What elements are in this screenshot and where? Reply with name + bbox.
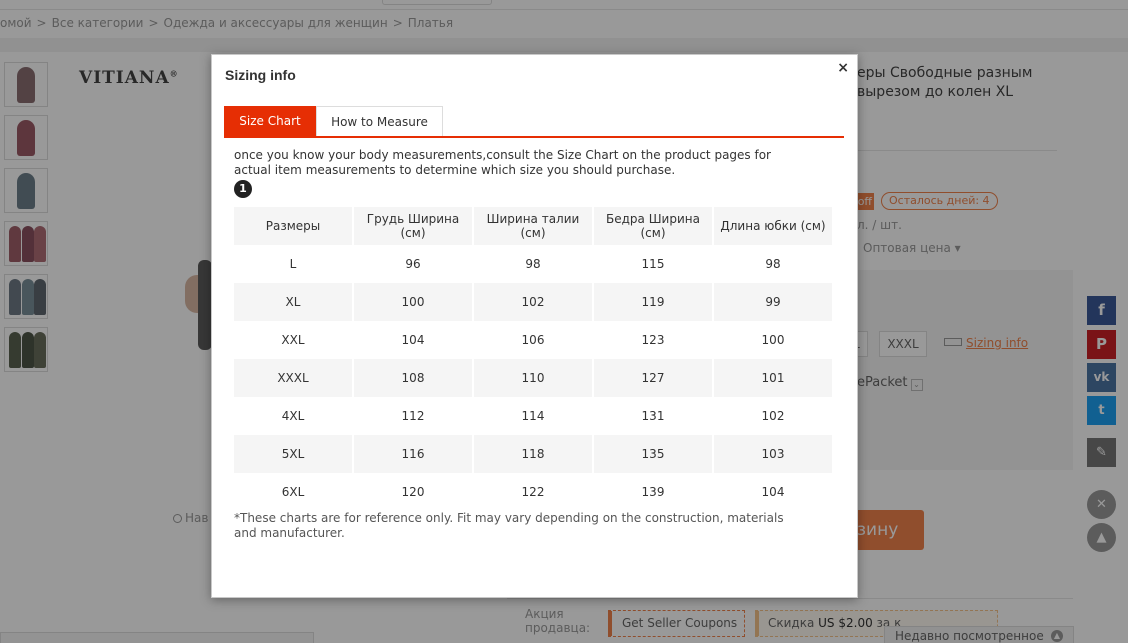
table-cell: 123 — [641, 333, 665, 347]
table-cell: 4XL — [281, 409, 305, 423]
table-cell: 127 — [594, 359, 712, 397]
table-cell: 104 — [761, 485, 785, 499]
table-cell: 98 — [525, 257, 541, 271]
table-cell: 139 — [641, 485, 665, 499]
table-cell: 100 — [354, 283, 472, 321]
table-cell: 114 — [521, 409, 545, 423]
table-cell: 99 — [714, 283, 832, 321]
table-cell: 118 — [474, 435, 592, 473]
table-cell: 119 — [594, 283, 712, 321]
table-cell: 104 — [401, 333, 425, 347]
table-cell: XL — [234, 283, 352, 321]
table-cell: 112 — [401, 409, 425, 423]
column-header: Длина юбки (см) — [714, 207, 832, 245]
table-cell: 122 — [521, 485, 545, 499]
table-cell: XXXL — [234, 359, 352, 397]
table-row: L 96 98 115 98 — [234, 245, 832, 283]
size-chart-disclaimer: *These charts are for reference only. Fi… — [234, 511, 784, 540]
table-cell: L — [289, 257, 297, 271]
table-row: XXL 104 106 123 100 — [234, 321, 832, 359]
table-row: 6XL 120 122 139 104 — [234, 473, 832, 511]
table-cell: 115 — [641, 257, 665, 271]
column-header: Грудь Ширина (см) — [354, 207, 472, 245]
table-header-row: Размеры Грудь Ширина (см) Ширина талии (… — [234, 207, 832, 245]
column-header: Ширина талии (см) — [474, 207, 592, 245]
table-cell: 6XL — [281, 485, 305, 499]
table-cell: 108 — [354, 359, 472, 397]
table-cell: 116 — [354, 435, 472, 473]
table-cell: 106 — [521, 333, 545, 347]
step-number-badge: 1 — [234, 180, 252, 198]
table-row: 4XL 112 114 131 102 — [234, 397, 832, 435]
table-row: 5XL 116 118 135 103 — [234, 435, 832, 473]
close-icon[interactable]: × — [837, 60, 849, 76]
table-cell: 120 — [401, 485, 425, 499]
table-cell: 131 — [641, 409, 665, 423]
table-row: XXXL 108 110 127 101 — [234, 359, 832, 397]
size-chart-intro: once you know your body measurements,con… — [234, 148, 771, 177]
sizing-info-modal: Sizing info × Size Chart How to Measure … — [211, 54, 858, 598]
table-cell: 98 — [765, 257, 781, 271]
table-cell: 100 — [761, 333, 785, 347]
table-cell: 96 — [405, 257, 421, 271]
table-cell: 135 — [594, 435, 712, 473]
modal-title: Sizing info — [225, 67, 296, 83]
column-header: Размеры — [234, 207, 352, 245]
size-chart-table: Размеры Грудь Ширина (см) Ширина талии (… — [232, 207, 834, 511]
tab-how-to-measure[interactable]: How to Measure — [316, 106, 443, 136]
table-cell: XXL — [281, 333, 305, 347]
modal-tabs: Size Chart How to Measure — [224, 106, 844, 138]
table-cell: 102 — [474, 283, 592, 321]
column-header: Бедра Ширина (см) — [594, 207, 712, 245]
table-cell: 102 — [761, 409, 785, 423]
tab-size-chart[interactable]: Size Chart — [224, 106, 316, 136]
table-cell: 110 — [474, 359, 592, 397]
table-cell: 101 — [714, 359, 832, 397]
table-row: XL 100 102 119 99 — [234, 283, 832, 321]
table-cell: 103 — [714, 435, 832, 473]
table-cell: 5XL — [234, 435, 352, 473]
